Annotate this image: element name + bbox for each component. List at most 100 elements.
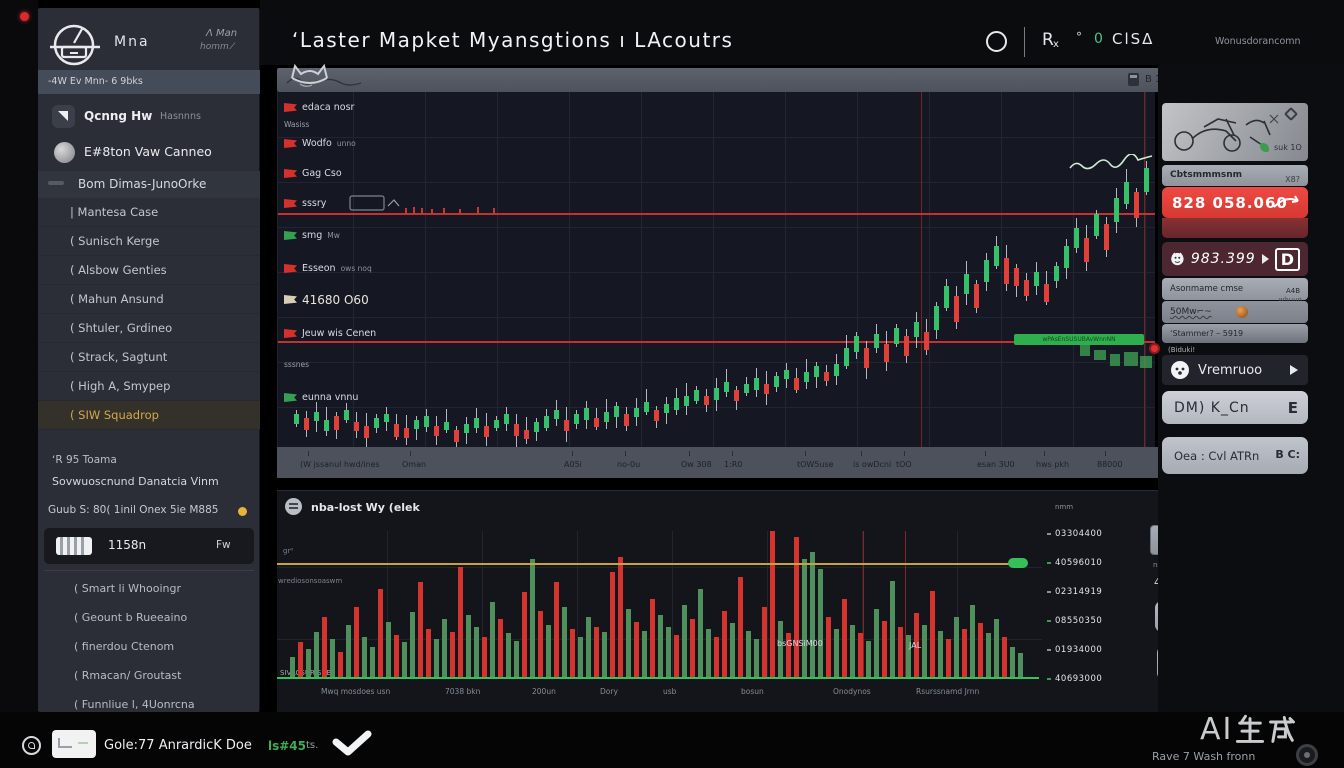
dm-kcn-button[interactable]: DM) K_Cn E [1162, 391, 1308, 424]
notifications-circle-icon[interactable] [986, 31, 1007, 52]
candlestick-chart[interactable]: edaca nosr Wasiss Wodfounno Gag Cso sssry smg… [277, 92, 1155, 447]
symbol-strip[interactable]: Cbtsmmmsnm X8? [1162, 165, 1308, 186]
sketch-preview-card[interactable]: suk 1O [1162, 103, 1308, 161]
open-chart-button[interactable]: Oea : Cvl ATRn B C: [1162, 437, 1308, 474]
sidebar-menu: | Mantesa Case( Sunisch Kerge( Alsbow Ge… [38, 198, 260, 430]
gridline-horizontal [278, 182, 1155, 183]
watchlist-row[interactable]: Wasiss [284, 117, 309, 132]
volume-y-label: 03304400 [1055, 529, 1102, 539]
gridline-horizontal [278, 362, 1155, 363]
sidebar-item-selected[interactable]: -4W Ev Mnn- 6 9bks [38, 70, 260, 94]
rx-sub-glyph: x [1053, 39, 1059, 50]
card-right: Fw [216, 539, 231, 551]
candle [734, 390, 739, 401]
sketch-note: suk 1O [1274, 143, 1302, 152]
candle [794, 378, 799, 390]
volume-bar [570, 629, 575, 677]
sidebar-account-row[interactable]: Qcnng Hw Hasnnns [38, 100, 260, 134]
watchlist-row[interactable]: eunna vnnu [284, 390, 358, 405]
watchlist-row[interactable]: edaca nosr [284, 100, 354, 115]
white-box-icon[interactable] [52, 730, 96, 758]
axis-label: Ow 308 [681, 460, 712, 469]
sidebar-menu-item[interactable]: ( Alsbow Genties [38, 256, 260, 285]
volume-bar [1018, 653, 1023, 677]
volume-bar [522, 592, 527, 677]
paw-icon [1236, 306, 1248, 318]
sidebar-section-row[interactable]: Bom Dimas-JunoOrke [38, 171, 260, 198]
candle [1074, 228, 1079, 248]
watchlist-row[interactable]: Wodfounno [284, 136, 356, 151]
sidebar-menu-item[interactable]: ( Strack, Sagtunt [38, 343, 260, 372]
volume-bar [610, 572, 615, 677]
sidebar-user-row[interactable]: E#8ton Vaw Canneo [38, 136, 260, 170]
status-dot-yellow [238, 507, 247, 516]
volume-bar [450, 632, 455, 677]
buy-price-button[interactable]: 983.399 D [1162, 242, 1308, 276]
chart-toolbar[interactable]: B 1nv I [277, 68, 1310, 92]
axis-label: tOO [896, 460, 912, 469]
status-tail-text: ts. [306, 740, 318, 751]
candle [974, 284, 979, 308]
volume-y-tick [1047, 533, 1051, 535]
candle [674, 398, 679, 410]
watchlist-row[interactable]: Esseonows noq [284, 261, 372, 276]
watchlist-row[interactable]: 41680 O60 [284, 292, 369, 307]
status-green-text: ls#45 [268, 739, 306, 753]
sidebar-menu-item[interactable]: | Mantesa Case [38, 198, 260, 227]
volume-bar [626, 609, 631, 677]
sidebar-hardware-card[interactable]: 1158n Fw [44, 528, 254, 564]
volume-header-icon [285, 498, 302, 515]
sidebar-menu-item[interactable]: ( Smart li Whooingr [38, 574, 260, 603]
gridline-vertical [767, 531, 768, 679]
header-right-text: Wonusdorancomn [1215, 36, 1301, 47]
info-strip-2[interactable]: Asonmame cmse A4B whuun [1162, 278, 1308, 300]
candle [764, 384, 769, 394]
gridline-horizontal [278, 317, 1155, 318]
axis-label: hws pkh [1036, 460, 1069, 469]
candle [874, 334, 879, 348]
volume-chart[interactable] [277, 531, 1045, 679]
watchlist-row[interactable]: Jeuw wis Cenen [284, 326, 376, 341]
watchlist-row[interactable]: sssry [284, 196, 326, 211]
sidebar-menu-item[interactable]: ( Shtuler, Grdineo [38, 314, 260, 343]
buy-price-value: 983.399 [1191, 251, 1256, 267]
candle [844, 348, 849, 366]
volume-y-tick [1047, 591, 1051, 593]
axis-tick [308, 451, 309, 456]
sidebar-menu-item[interactable]: ( finerdou Ctenom [38, 632, 260, 661]
axis-tick [985, 451, 986, 456]
sidebar-menu-item[interactable]: ( Rmacan/ Groutast [38, 661, 260, 690]
watchlist-row[interactable]: Gag Cso [284, 166, 342, 181]
sidebar-menu-item[interactable]: ( Sunisch Kerge [38, 227, 260, 256]
candle [914, 322, 919, 337]
play-icon[interactable] [1290, 365, 1298, 375]
watch-row[interactable]: Vremruoo [1162, 355, 1308, 385]
candle [504, 414, 509, 424]
axis-tick [625, 451, 626, 456]
volume-bar [730, 623, 735, 677]
volume-y-label: 40693000 [1055, 674, 1102, 684]
axis-label: 88000 [1097, 460, 1122, 469]
info-strip-4[interactable]: ʻStammer? ⎯ 5919 [1162, 324, 1308, 343]
volume-bar [922, 625, 927, 677]
sidebar-menu-item[interactable]: ( Geount b Rueeaino [38, 603, 260, 632]
info-line3[interactable]: Guub S: 80( 1inil Onex 5ie M885 [48, 504, 218, 516]
open-chart-label: Oea : Cvl ATRn [1174, 449, 1259, 463]
watchlist-row[interactable]: smgMw [284, 228, 340, 243]
sell-price-button[interactable]: 828 058.060 [1162, 187, 1308, 218]
volume-bar [674, 635, 679, 677]
dog-icon [1170, 247, 1185, 271]
candle [454, 430, 459, 442]
record-ring-icon[interactable] [1296, 744, 1318, 766]
candle [324, 420, 329, 431]
info-strip-3[interactable]: 50Mw⌐~ [1162, 301, 1308, 323]
sidebar-menu-item[interactable]: ( Mahun Ansund [38, 285, 260, 314]
shield-circle-icon[interactable] [22, 736, 41, 755]
e-glyph: E [1288, 399, 1298, 417]
checkmark-icon[interactable] [330, 728, 376, 760]
sidebar-menu-item[interactable]: ( SIW Squadrop [38, 401, 260, 430]
sidebar-menu-item[interactable]: ( High A, Smypep [38, 372, 260, 401]
flag-icon [284, 393, 297, 402]
volume-bar [538, 611, 543, 677]
watchlist-row[interactable]: sssnes [284, 357, 309, 372]
